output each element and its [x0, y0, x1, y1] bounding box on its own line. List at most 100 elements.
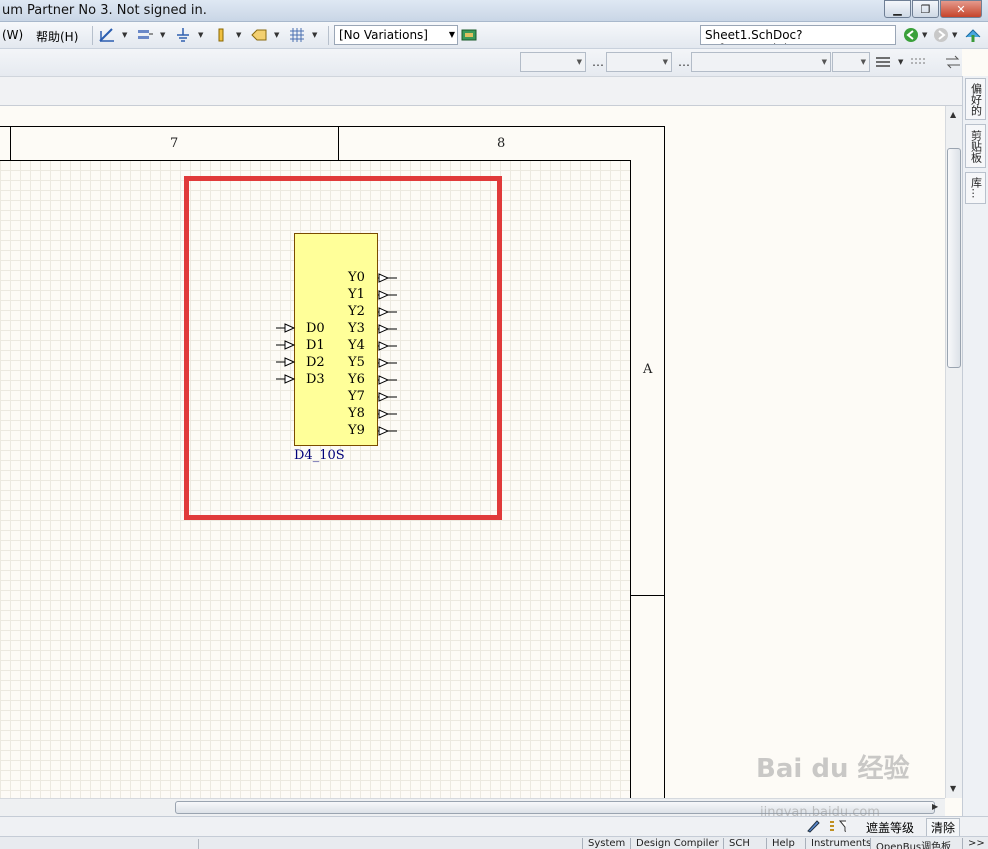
pin-y8-label: Y8 — [348, 406, 365, 421]
chevron-down-icon: ▼ — [662, 58, 668, 66]
pin-y4-label: Y4 — [348, 338, 365, 353]
dash-style-icon[interactable] — [910, 53, 928, 71]
chevron-down-icon[interactable]: ▼ — [274, 31, 279, 39]
status-tab-help[interactable]: Help — [766, 838, 800, 849]
chevron-down-icon: ▼ — [448, 30, 455, 39]
bus-tool-icon[interactable] — [136, 26, 154, 44]
navigate-icon[interactable] — [964, 26, 982, 44]
title-bar: um Partner No 3. Not signed in. ▁ ❐ ✕ — [0, 0, 988, 22]
output-pins[interactable] — [378, 270, 400, 442]
chevron-down-icon: ▼ — [821, 58, 827, 66]
chevron-down-icon[interactable]: ▼ — [198, 31, 203, 39]
chevron-down-icon[interactable]: ▼ — [952, 31, 957, 39]
panel-tab-libraries[interactable]: 库... — [965, 172, 986, 204]
filter-bar: 遮盖等级 清除 — [0, 816, 988, 837]
vertical-scrollbar[interactable]: ▲ ▼ — [945, 106, 962, 798]
toolbar-separator — [328, 26, 329, 45]
sheet-border-right — [664, 126, 665, 798]
swap-icon[interactable] — [944, 53, 962, 71]
zone-label-a: A — [643, 362, 653, 377]
clear-button[interactable]: 清除 — [926, 818, 961, 837]
status-tab-sch[interactable]: SCH — [723, 838, 755, 849]
ground-icon[interactable] — [174, 26, 192, 44]
format-combo-1[interactable]: ▼ — [520, 52, 586, 72]
format-combo-2[interactable]: ▼ — [606, 52, 672, 72]
chevron-down-icon[interactable]: ▼ — [898, 58, 903, 66]
component-comment: D4_10S — [294, 448, 345, 463]
chevron-down-icon[interactable]: ▼ — [922, 31, 927, 39]
zone-divider — [631, 595, 665, 596]
schematic-canvas[interactable]: 7 8 A U? D4_10S D0 D1 D2 D3 Y0 Y1 Y2 Y3 … — [0, 106, 945, 798]
zone-divider — [10, 126, 11, 161]
scroll-right-icon[interactable]: ▶ — [932, 802, 938, 811]
format-toolbar: ▼ … ▼ … ▼ ▼ ▼ — [0, 49, 962, 76]
zone-label-8: 8 — [497, 136, 506, 151]
pen-icon[interactable] — [804, 817, 822, 835]
chevron-down-icon[interactable]: ▼ — [160, 31, 165, 39]
input-pins[interactable] — [276, 321, 296, 391]
power-port-icon[interactable] — [212, 26, 230, 44]
address-value: Sheet1.SchDoc?Left=810;Right= — [705, 28, 806, 44]
vertical-scroll-thumb[interactable] — [947, 148, 961, 368]
more-icon[interactable]: … — [592, 55, 604, 69]
pin-y3-label: Y3 — [348, 321, 365, 336]
chevron-down-icon: ▼ — [860, 58, 866, 66]
maximize-button[interactable]: ❐ — [912, 0, 939, 18]
more-icon[interactable]: … — [678, 55, 690, 69]
status-tab-system[interactable]: System — [582, 838, 630, 849]
pin-y1-label: Y1 — [348, 287, 365, 302]
pin-y2-label: Y2 — [348, 304, 365, 319]
format-combo-4[interactable]: ▼ — [832, 52, 870, 72]
format-combo-3[interactable]: ▼ — [691, 52, 831, 72]
board-icon[interactable] — [460, 26, 478, 44]
chevron-down-icon: ▼ — [576, 58, 582, 66]
baidu-watermark-logo: Bai du 经验 — [756, 754, 910, 784]
document-tab-strip — [0, 76, 962, 106]
pin-y0-label: Y0 — [348, 270, 365, 285]
address-field[interactable]: Sheet1.SchDoc?Left=810;Right= — [700, 25, 896, 45]
minimize-button[interactable]: ▁ — [884, 0, 911, 18]
status-tab-more[interactable]: >> — [962, 838, 988, 849]
line-style-icon[interactable] — [874, 53, 892, 71]
scroll-down-icon[interactable]: ▼ — [950, 784, 956, 793]
close-button[interactable]: ✕ — [940, 0, 982, 18]
forward-icon[interactable] — [932, 26, 950, 44]
pin-y9-label: Y9 — [348, 423, 365, 438]
chevron-down-icon[interactable]: ▼ — [122, 31, 127, 39]
sheet-inner-right — [630, 160, 631, 798]
panel-tab-favorites[interactable]: 偏好的 — [965, 78, 986, 120]
zone-divider — [338, 126, 339, 161]
mask-level-button[interactable]: 遮盖等级 — [866, 819, 914, 836]
port-tool-icon[interactable] — [250, 26, 268, 44]
zone-label-7: 7 — [170, 136, 179, 151]
window-controls: ▁ ❐ ✕ — [883, 0, 982, 18]
status-tab-design-compiler[interactable]: Design Compiler — [630, 838, 724, 849]
chevron-down-icon[interactable]: ▼ — [312, 31, 317, 39]
sheet-border-top — [0, 126, 665, 127]
window-title: um Partner No 3. Not signed in. — [2, 3, 207, 18]
chevron-down-icon[interactable]: ▼ — [236, 31, 241, 39]
status-tab-openbus[interactable]: OpenBus调色板 — [870, 838, 956, 849]
back-icon[interactable] — [902, 26, 920, 44]
status-tab-instruments[interactable]: Instruments — [805, 838, 876, 849]
toolbar-separator — [92, 26, 93, 45]
pin-y5-label: Y5 — [348, 355, 365, 370]
sheet-inner-top — [0, 160, 631, 161]
variations-combo[interactable]: [No Variations] ▼ — [334, 25, 458, 45]
pin-d1-label: D1 — [306, 338, 325, 353]
right-panel-tabs: 偏好的 剪贴板 库... — [962, 76, 988, 836]
pin-y6-label: Y6 — [348, 372, 365, 387]
variations-combo-value: [No Variations] — [339, 28, 428, 42]
scroll-up-icon[interactable]: ▲ — [950, 110, 956, 119]
pin-d0-label: D0 — [306, 321, 325, 336]
pin-d2-label: D2 — [306, 355, 325, 370]
menu-help[interactable]: 帮助(H) — [36, 28, 78, 45]
wire-tool-icon[interactable] — [98, 26, 116, 44]
pin-y7-label: Y7 — [348, 389, 365, 404]
main-toolbar: (W) 帮助(H) ▼ ▼ ▼ ▼ ▼ ▼ [No Variations] ▼ … — [0, 22, 988, 49]
filter-icon[interactable] — [828, 817, 846, 835]
panel-tab-clipboard[interactable]: 剪贴板 — [965, 124, 986, 168]
status-bar: System Design Compiler SCH Help Instrume… — [0, 836, 988, 849]
menu-window[interactable]: (W) — [2, 28, 23, 42]
grid-icon[interactable] — [288, 26, 306, 44]
